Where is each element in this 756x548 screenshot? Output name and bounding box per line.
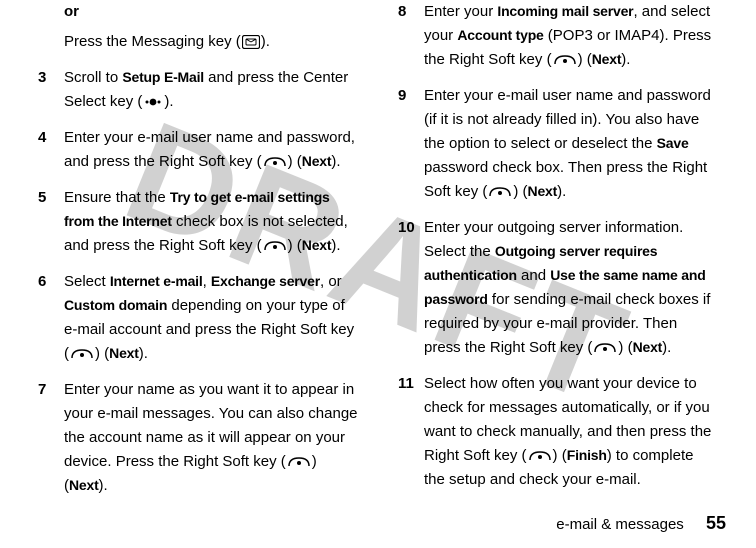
step-number: 10 [398, 216, 424, 360]
content-columns: or Press the Messaging key (). 3Scroll t… [0, 0, 756, 507]
step-body: Scroll to Setup E-Mail and press the Cen… [64, 66, 358, 114]
right-soft-key-icon [553, 53, 577, 67]
step-6: 6Select Internet e-mail, Exchange server… [38, 270, 358, 366]
bold-term: Next [302, 237, 332, 253]
step-number: 6 [38, 270, 64, 366]
step-body: Enter your Incoming mail server, and sel… [424, 0, 718, 72]
bold-term: Custom domain [64, 297, 167, 313]
step-8: 8Enter your Incoming mail server, and se… [398, 0, 718, 72]
or-body-row: Press the Messaging key (). [38, 30, 358, 54]
bold-term: Next [69, 477, 99, 493]
section-title: e-mail & messages [556, 516, 684, 533]
step-9: 9Enter your e-mail user name and passwor… [398, 84, 718, 204]
bold-term: Next [528, 183, 558, 199]
step-number: 11 [398, 372, 424, 492]
step-5: 5Ensure that the Try to get e-mail setti… [38, 186, 358, 258]
or-body: Press the Messaging key (). [64, 30, 358, 54]
bold-term: Next [633, 339, 663, 355]
step-body: Select Internet e-mail, Exchange server,… [64, 270, 358, 366]
bold-term: Save [657, 135, 689, 151]
step-body: Ensure that the Try to get e-mail settin… [64, 186, 358, 258]
right-soft-key-icon [593, 341, 617, 355]
step-7: 7Enter your name as you want it to appea… [38, 378, 358, 498]
step-10: 10Enter your outgoing server information… [398, 216, 718, 360]
center-select-key-icon [143, 95, 163, 109]
bold-term: Incoming mail server [497, 3, 633, 19]
bold-term: Next [109, 345, 139, 361]
step-number: 9 [398, 84, 424, 204]
bold-term: Account type [457, 27, 543, 43]
right-soft-key-icon [528, 449, 552, 463]
messaging-key-icon [242, 35, 260, 49]
or-heading: or [38, 0, 358, 24]
bold-term: Try to get e-mail settings from the Inte… [64, 189, 330, 229]
right-soft-key-icon [263, 155, 287, 169]
right-soft-key-icon [488, 185, 512, 199]
bold-term: Next [302, 153, 332, 169]
step-number: 7 [38, 378, 64, 498]
step-number: 4 [38, 126, 64, 174]
step-number: 5 [38, 186, 64, 258]
step-body: Enter your e-mail user name and password… [424, 84, 718, 204]
step-body: Enter your e-mail user name and password… [64, 126, 358, 174]
right-soft-key-icon [287, 455, 311, 469]
bold-term: Internet e-mail [110, 273, 203, 289]
step-11: 11Select how often you want your device … [398, 372, 718, 492]
step-3: 3Scroll to Setup E-Mail and press the Ce… [38, 66, 358, 114]
step-body: Enter your name as you want it to appear… [64, 378, 358, 498]
right-soft-key-icon [70, 347, 94, 361]
bold-term: Setup E-Mail [122, 69, 204, 85]
bold-term: Exchange server [211, 273, 320, 289]
bold-term: Next [592, 51, 622, 67]
right-soft-key-icon [263, 239, 287, 253]
step-number: 3 [38, 66, 64, 114]
page-number: 55 [706, 513, 726, 533]
step-body: Select how often you want your device to… [424, 372, 718, 492]
bold-term: Finish [567, 447, 607, 463]
step-4: 4Enter your e-mail user name and passwor… [38, 126, 358, 174]
page-footer: e-mail & messages 55 [556, 509, 726, 538]
step-body: Enter your outgoing server information. … [424, 216, 718, 360]
step-number: 8 [398, 0, 424, 72]
